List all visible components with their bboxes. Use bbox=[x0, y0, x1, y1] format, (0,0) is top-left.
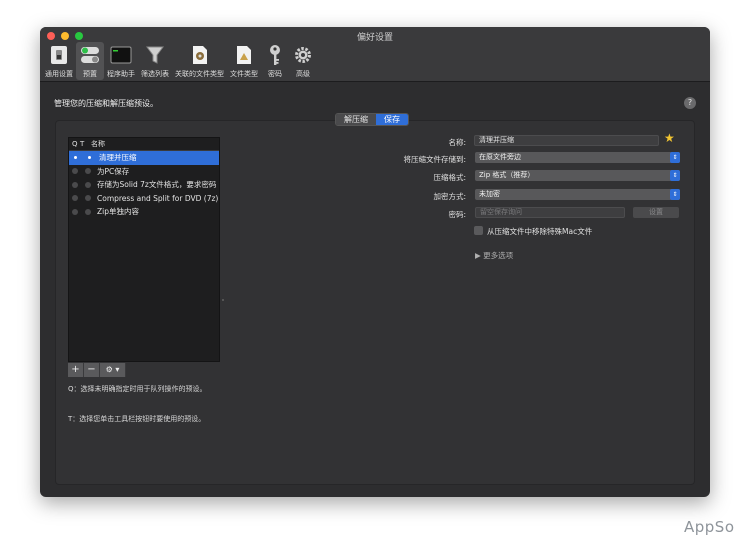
t-indicator[interactable] bbox=[85, 208, 91, 215]
list-item[interactable]: 存储为Solid 7z文件格式，要求密码 bbox=[69, 178, 219, 192]
tab-filters-label: 筛选列表 bbox=[141, 70, 169, 78]
encryption-select[interactable]: 未加密 ⇕ bbox=[475, 189, 680, 200]
preset-name: 清理并压缩 bbox=[99, 153, 137, 163]
preset-name: Zip单独内容 bbox=[97, 207, 139, 217]
header-t[interactable]: T bbox=[80, 140, 91, 148]
tab-extract[interactable]: 解压缩 bbox=[336, 114, 376, 125]
tab-presets-label: 预置 bbox=[83, 70, 97, 78]
location-value: 在原文件旁边 bbox=[479, 153, 521, 161]
funnel-icon bbox=[144, 44, 166, 66]
location-label: 将压缩文件存储到: bbox=[403, 155, 466, 164]
password-field[interactable]: 留空保存询问 bbox=[475, 207, 625, 218]
tab-save[interactable]: 保存 bbox=[376, 114, 408, 125]
tab-filters[interactable]: 筛选列表 bbox=[138, 42, 172, 80]
tab-advanced[interactable]: 高级 bbox=[289, 42, 317, 80]
t-indicator[interactable] bbox=[88, 156, 91, 160]
q-indicator[interactable] bbox=[72, 168, 78, 175]
action-menu-button[interactable]: ⚙ ▾ bbox=[100, 363, 126, 377]
tab-general[interactable]: 通用设置 bbox=[42, 42, 76, 80]
q-indicator[interactable] bbox=[74, 156, 77, 160]
tab-helpers[interactable]: 程序助手 bbox=[104, 42, 138, 80]
switch-icon bbox=[48, 44, 70, 66]
star-icon[interactable]: ★ bbox=[664, 131, 675, 145]
key-icon bbox=[264, 44, 286, 66]
tab-associated-types-label: 关联的文件类型 bbox=[175, 70, 224, 78]
preset-list: Q T 名称 清理并压缩 为PC保存 存储为Solid 7z文件格式，要求密码 … bbox=[68, 137, 220, 362]
tab-presets[interactable]: 预置 bbox=[76, 42, 104, 80]
note-q: Q：选择未明确指定时用于队列操作的预设。 bbox=[68, 385, 207, 393]
tab-associated-types[interactable]: 关联的文件类型 bbox=[172, 42, 227, 80]
watermark: AppSo bbox=[684, 518, 735, 536]
help-button[interactable]: ? bbox=[684, 97, 696, 109]
presets-icon bbox=[79, 44, 101, 66]
name-label: 名称: bbox=[448, 138, 466, 147]
tab-passwords-label: 密码 bbox=[268, 70, 282, 78]
note-t: T：选择您单击工具栏按钮时要使用的预设。 bbox=[68, 415, 206, 423]
list-item[interactable]: Zip单独内容 bbox=[69, 205, 219, 219]
list-item[interactable]: Compress and Split for DVD (7z) bbox=[69, 192, 219, 206]
gear-icon bbox=[292, 44, 314, 66]
chevron-updown-icon: ⇕ bbox=[670, 189, 680, 200]
q-indicator[interactable] bbox=[72, 208, 78, 215]
preset-list-header: Q T 名称 bbox=[69, 138, 219, 151]
tab-helpers-label: 程序助手 bbox=[107, 70, 135, 78]
more-options-disclosure[interactable]: ▶ 更多选项 bbox=[475, 250, 513, 261]
format-label: 压缩格式: bbox=[433, 173, 466, 182]
page-heading: 管理您的压缩和解压缩预设。 bbox=[54, 99, 158, 108]
preset-name: 存储为Solid 7z文件格式，要求密码 bbox=[97, 180, 217, 190]
tab-file-types[interactable]: 文件类型 bbox=[227, 42, 261, 80]
encryption-label: 加密方式: bbox=[433, 192, 466, 201]
t-indicator[interactable] bbox=[85, 181, 91, 188]
t-indicator[interactable] bbox=[85, 195, 91, 202]
remove-preset-button[interactable]: − bbox=[84, 363, 100, 377]
add-preset-button[interactable]: + bbox=[68, 363, 84, 377]
tab-advanced-label: 高级 bbox=[296, 70, 310, 78]
set-password-button[interactable]: 设置 bbox=[633, 207, 679, 218]
document-icon bbox=[189, 44, 211, 66]
format-value: Zip 格式（推荐） bbox=[479, 171, 535, 179]
titlebar: 偏好设置 通用设置 预置 程序助手 筛选列表 关联的文件类型 文件类型 密码 高… bbox=[40, 27, 710, 82]
preset-name: Compress and Split for DVD (7z) bbox=[97, 193, 219, 203]
q-indicator[interactable] bbox=[72, 195, 78, 202]
t-indicator[interactable] bbox=[85, 168, 91, 175]
split-handle[interactable] bbox=[222, 299, 224, 301]
encryption-value: 未加密 bbox=[479, 190, 500, 198]
format-select[interactable]: Zip 格式（推荐） ⇕ bbox=[475, 170, 680, 181]
header-name[interactable]: 名称 bbox=[91, 139, 105, 149]
filetype-icon bbox=[233, 44, 255, 66]
remove-mac-files-label: 从压缩文件中移除特殊Mac文件 bbox=[487, 227, 593, 236]
password-label: 密码: bbox=[448, 210, 466, 219]
preset-name: 为PC保存 bbox=[97, 166, 130, 176]
tab-general-label: 通用设置 bbox=[45, 70, 73, 78]
list-item[interactable]: 清理并压缩 bbox=[69, 151, 219, 165]
chevron-updown-icon: ⇕ bbox=[670, 152, 680, 163]
list-item[interactable]: 为PC保存 bbox=[69, 165, 219, 179]
location-select[interactable]: 在原文件旁边 ⇕ bbox=[475, 152, 680, 163]
preferences-window: 偏好设置 通用设置 预置 程序助手 筛选列表 关联的文件类型 文件类型 密码 高… bbox=[40, 27, 710, 497]
header-q[interactable]: Q bbox=[69, 140, 80, 148]
name-field[interactable]: 清理并压缩 bbox=[474, 135, 659, 146]
list-buttons: + − ⚙ ▾ bbox=[68, 363, 126, 377]
tab-file-types-label: 文件类型 bbox=[230, 70, 258, 78]
tab-passwords[interactable]: 密码 bbox=[261, 42, 289, 80]
q-indicator[interactable] bbox=[72, 181, 78, 188]
toolbar: 通用设置 预置 程序助手 筛选列表 关联的文件类型 文件类型 密码 高级 bbox=[42, 42, 317, 82]
chevron-updown-icon: ⇕ bbox=[670, 170, 680, 181]
mode-segmented-control: 解压缩 保存 bbox=[335, 113, 409, 126]
terminal-icon bbox=[110, 44, 132, 66]
remove-mac-files-checkbox[interactable] bbox=[474, 226, 483, 235]
